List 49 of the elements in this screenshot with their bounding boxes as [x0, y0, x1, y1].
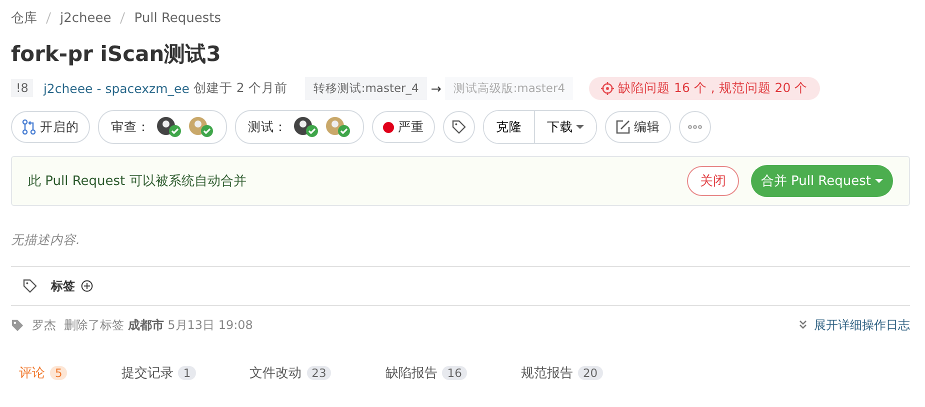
tab-label: 缺陷报告	[385, 365, 438, 382]
download-button[interactable]: 下载	[534, 111, 596, 143]
tab-label: 规范报告	[520, 365, 573, 382]
merge-message: 此 Pull Request 可以被系统自动合并	[28, 173, 248, 190]
tab-count: 5	[50, 366, 68, 380]
created-time: 创建于 2 个月前	[193, 80, 288, 96]
status-button[interactable]: 开启的	[11, 111, 90, 143]
breadcrumb-link[interactable]: 仓库	[11, 9, 37, 27]
labels-title: 标签	[51, 278, 75, 294]
tab-count: 16	[442, 366, 467, 380]
tab[interactable]: 文件改动 23	[242, 358, 340, 388]
tab-label: 评论	[19, 365, 45, 382]
assignee-button[interactable]: 测试：	[235, 110, 364, 144]
assignee-button[interactable]: 审查：	[98, 110, 227, 144]
breadcrumb-link[interactable]: Pull Requests	[134, 10, 222, 26]
tab-count: 1	[178, 366, 196, 380]
tab[interactable]: 规范报告 20	[512, 358, 611, 388]
source-branch[interactable]: 转移测试:master_4	[305, 76, 427, 100]
add-icon[interactable]	[81, 280, 93, 292]
description-text: 无描述内容.	[11, 232, 910, 267]
tab-count: 23	[306, 366, 332, 380]
edit-icon	[616, 120, 630, 134]
tab[interactable]: 缺陷报告 16	[377, 358, 475, 388]
pr-number: !8	[11, 79, 34, 97]
tab-label: 提交记录	[121, 365, 174, 382]
pull-request-icon	[22, 119, 36, 135]
edit-button[interactable]: 编辑	[605, 111, 671, 143]
more-icon	[688, 125, 702, 129]
tab-count: 20	[578, 366, 603, 380]
tab[interactable]: 提交记录 1	[113, 358, 204, 388]
log-user: 罗杰	[32, 316, 56, 334]
close-button[interactable]: 关闭	[686, 166, 739, 196]
arrow-text: →	[430, 80, 442, 96]
target-icon	[601, 82, 614, 94]
issues-badge[interactable]: 缺陷问题 16 个 , 规范问题 20 个	[589, 76, 820, 100]
issues-text: 缺陷问题 16 个 , 规范问题 20 个	[618, 80, 808, 96]
assignee-label: 测试：	[248, 118, 287, 136]
tag-icon	[452, 120, 466, 134]
tag-icon	[23, 279, 37, 293]
page-title: fork-pr iScan测试3	[11, 41, 222, 68]
author-link[interactable]: j2cheee - spacexzm_ee	[43, 80, 190, 96]
priority-button[interactable]: 严重	[372, 111, 435, 143]
tag-icon	[11, 318, 24, 332]
assignee-label: 审查：	[111, 118, 150, 136]
breadcrumb-link[interactable]: j2cheee	[60, 10, 112, 26]
tag-button[interactable]	[443, 111, 475, 143]
chevrons-down-icon	[798, 320, 808, 330]
log-action: 删除了标签 成都市 5月13日 19:08	[64, 316, 253, 334]
tab-label: 文件改动	[250, 365, 302, 382]
